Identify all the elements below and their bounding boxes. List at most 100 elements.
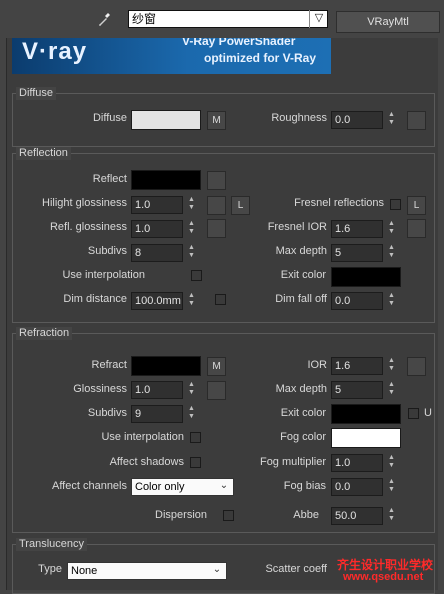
reflection-subdivs-input[interactable]: 8: [131, 244, 183, 262]
diffuse-group-title: Diffuse: [16, 87, 57, 100]
dim-distance-spinner-arrows[interactable]: ▲ ▼: [186, 292, 197, 310]
fog-color-swatch[interactable]: [331, 428, 401, 448]
dispersion-checkbox[interactable]: [223, 510, 234, 521]
reflect-map-button[interactable]: [207, 171, 226, 190]
ior-map-button[interactable]: [407, 357, 426, 376]
affect-channels-label: Affect channels: [51, 480, 127, 492]
refraction-exit-color-swatch[interactable]: [331, 404, 401, 424]
affect-channels-value: Color only: [135, 481, 185, 493]
refraction-group-title: Refraction: [16, 327, 73, 340]
material-name-field[interactable]: 纱窗: [128, 10, 328, 28]
refraction-exit-color-label: Exit color: [280, 407, 326, 419]
dim-falloff-label: Dim fall off: [275, 293, 327, 305]
fresnel-ior-spinner-arrows[interactable]: ▲ ▼: [386, 220, 397, 238]
scatter-coeff-label: Scatter coeff: [265, 563, 327, 575]
hilight-glossiness-spinner-arrows[interactable]: ▲ ▼: [186, 196, 197, 214]
dim-distance-input[interactable]: 100.0mm: [131, 292, 183, 310]
fog-bias-label: Fog bias: [283, 480, 326, 492]
hilight-glossiness-input[interactable]: 1.0: [131, 196, 183, 214]
dim-distance-checkbox[interactable]: [215, 294, 226, 305]
ior-label: IOR: [307, 359, 327, 371]
refl-glossiness-input[interactable]: 1.0: [131, 220, 183, 238]
banner-top-text: V-Ray PowerShader: [182, 38, 296, 48]
refl-glossiness-map-button[interactable]: [207, 219, 226, 238]
vray-logo: V·ray: [22, 38, 88, 65]
dispersion-label: Dispersion: [155, 509, 207, 521]
fog-bias-spinner-arrows[interactable]: ▲ ▼: [386, 478, 397, 496]
refract-map-button[interactable]: M: [207, 357, 226, 376]
reflection-max-depth-spinner-arrows[interactable]: ▲ ▼: [386, 244, 397, 262]
material-type-button[interactable]: VRayMtl: [336, 11, 440, 33]
roughness-label: Roughness: [271, 112, 327, 124]
fog-color-label: Fog color: [280, 431, 326, 443]
fog-bias-input[interactable]: 0.0: [331, 478, 383, 496]
refraction-glossiness-spinner-arrows[interactable]: ▲ ▼: [186, 381, 197, 399]
ior-input[interactable]: 1.6: [331, 357, 383, 375]
roughness-input[interactable]: 0.0: [331, 111, 383, 129]
hilight-glossiness-label: Hilight glossiness: [42, 197, 127, 209]
refraction-subdivs-spinner-arrows[interactable]: ▲ ▼: [186, 405, 197, 423]
exit-color-u-checkbox[interactable]: [408, 408, 419, 419]
reflection-use-interpolation-label: Use interpolation: [62, 269, 145, 281]
fresnel-ior-label: Fresnel IOR: [267, 221, 327, 233]
watermark-url: www.qsedu.net: [343, 571, 424, 583]
reflection-subdivs-spinner-arrows[interactable]: ▲ ▼: [186, 244, 197, 262]
vray-banner: V·ray V-Ray PowerShader optimized for V-…: [12, 38, 331, 74]
diffuse-label: Diffuse: [92, 112, 127, 124]
refraction-glossiness-map-button[interactable]: [207, 381, 226, 400]
refraction-max-depth-spinner-arrows[interactable]: ▲ ▼: [386, 381, 397, 399]
reflection-exit-color-swatch[interactable]: [331, 267, 401, 287]
abbe-input[interactable]: 50.0: [331, 507, 383, 525]
reflection-exit-color-label: Exit color: [280, 269, 326, 281]
hilight-lock-button[interactable]: L: [231, 196, 250, 215]
abbe-label: Abbe: [293, 509, 319, 521]
reflect-color-swatch[interactable]: [131, 170, 201, 190]
banner-subtitle: optimized for V-Ray: [204, 51, 317, 65]
reflection-group-title: Reflection: [16, 147, 71, 160]
reflection-subdivs-label: Subdivs: [87, 245, 127, 257]
refraction-glossiness-label: Glossiness: [73, 383, 127, 395]
reflect-label: Reflect: [92, 173, 127, 185]
affect-shadows-label: Affect shadows: [109, 456, 184, 468]
refraction-glossiness-input[interactable]: 1.0: [131, 381, 183, 399]
refraction-use-interpolation-label: Use interpolation: [101, 431, 184, 443]
translucency-type-dropdown[interactable]: None: [67, 562, 227, 580]
translucency-type-label: Type: [38, 563, 62, 575]
affect-shadows-checkbox[interactable]: [190, 457, 201, 468]
dim-falloff-spinner-arrows[interactable]: ▲ ▼: [386, 292, 397, 310]
reflection-use-interpolation-checkbox[interactable]: [191, 270, 202, 281]
roughness-spinner-arrows[interactable]: ▲ ▼: [386, 111, 397, 129]
refl-glossiness-spinner-arrows[interactable]: ▲ ▼: [186, 220, 197, 238]
fresnel-lock-button[interactable]: L: [407, 196, 426, 215]
chevron-down-icon[interactable]: ⌄: [216, 478, 232, 496]
chevron-down-icon[interactable]: ⌄: [209, 562, 225, 580]
refl-glossiness-label: Refl. glossiness: [49, 221, 127, 233]
fresnel-reflections-label: Fresnel reflections: [294, 197, 384, 209]
fog-multiplier-spinner-arrows[interactable]: ▲ ▼: [386, 454, 397, 472]
reflection-max-depth-label: Max depth: [275, 245, 327, 257]
refraction-subdivs-input[interactable]: 9: [131, 405, 183, 423]
refraction-max-depth-label: Max depth: [275, 383, 327, 395]
diffuse-map-button[interactable]: M: [207, 111, 226, 130]
abbe-spinner-arrows[interactable]: ▲ ▼: [386, 507, 397, 525]
exit-color-u-label: U: [424, 407, 432, 419]
fresnel-reflections-checkbox[interactable]: [390, 199, 401, 210]
refraction-max-depth-input[interactable]: 5: [331, 381, 383, 399]
translucency-type-value: None: [71, 565, 98, 577]
diffuse-color-swatch[interactable]: [131, 110, 201, 130]
fresnel-ior-input[interactable]: 1.6: [331, 220, 383, 238]
ior-spinner-arrows[interactable]: ▲ ▼: [386, 357, 397, 375]
dim-distance-label: Dim distance: [63, 293, 127, 305]
roughness-map-button[interactable]: [407, 111, 426, 130]
chevron-down-icon[interactable]: ▽: [309, 10, 328, 28]
reflection-max-depth-input[interactable]: 5: [331, 244, 383, 262]
fog-multiplier-input[interactable]: 1.0: [331, 454, 383, 472]
fog-multiplier-label: Fog multiplier: [259, 456, 326, 468]
refract-color-swatch[interactable]: [131, 356, 201, 376]
hilight-glossiness-map-button[interactable]: [207, 196, 226, 215]
fresnel-ior-map-button[interactable]: [407, 219, 426, 238]
dim-falloff-input[interactable]: 0.0: [331, 292, 383, 310]
refract-label: Refract: [91, 359, 127, 371]
eyedropper-icon[interactable]: [97, 11, 111, 27]
refraction-use-interpolation-checkbox[interactable]: [190, 432, 201, 443]
